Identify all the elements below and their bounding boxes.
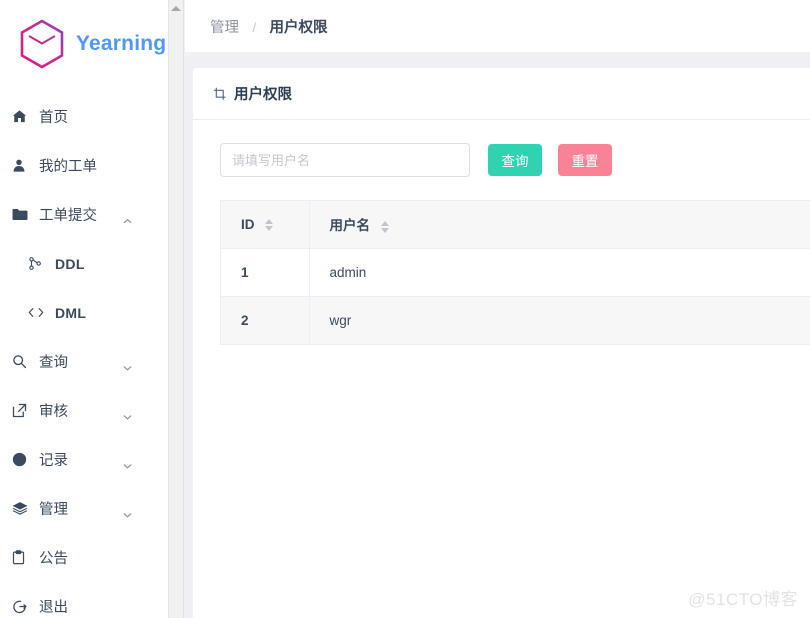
sidebar-item-label: DDL xyxy=(55,255,85,272)
topbar: 管理 / 用户权限 xyxy=(185,0,810,52)
sidebar-item-my-orders[interactable]: 我的工单 xyxy=(0,141,168,190)
filter-row: 查询 重置 xyxy=(193,120,810,177)
user-permission-table-wrap: ID 用户名 1 admin 2 wgr xyxy=(220,200,810,345)
sidebar-item-label: 记录 xyxy=(39,453,68,469)
search-input[interactable] xyxy=(220,143,470,177)
table-row[interactable]: 1 admin xyxy=(221,248,810,297)
card-title: 用户权限 xyxy=(234,87,292,103)
cell-id: 1 xyxy=(221,248,310,297)
content-area: 管理 / 用户权限 用户权限 查询 重置 xyxy=(185,0,810,618)
sidebar-nav: 首页 我的工单 工单提交 DDL DML 查询 审核 记录 管理 公告 退出 xyxy=(0,88,168,618)
cell-username: admin xyxy=(309,248,810,297)
column-header-id[interactable]: ID xyxy=(221,201,310,249)
user-icon xyxy=(12,158,34,173)
user-permission-card: 用户权限 查询 重置 ID xyxy=(193,68,810,618)
sidebar-item-query[interactable]: 查询 xyxy=(0,337,168,386)
column-header-username[interactable]: 用户名 xyxy=(309,201,810,249)
logout-icon xyxy=(12,599,34,614)
breadcrumb-current: 用户权限 xyxy=(269,19,328,36)
search-icon xyxy=(12,354,34,369)
chevron-down-icon[interactable] xyxy=(123,457,132,469)
brand-logo-area[interactable]: Yearning xyxy=(0,0,168,88)
chevron-up-icon[interactable] xyxy=(123,212,132,223)
table-header-row: ID 用户名 xyxy=(221,201,810,249)
sidebar-item-label: 公告 xyxy=(39,551,68,567)
sidebar-item-submit-order[interactable]: 工单提交 xyxy=(0,190,168,239)
sidebar-item-records[interactable]: 记录 xyxy=(0,435,168,484)
folder-icon xyxy=(12,208,34,221)
breadcrumb: 管理 / 用户权限 xyxy=(210,16,328,37)
table-row[interactable]: 2 wgr xyxy=(221,296,810,345)
hexagon-cube-logo-icon xyxy=(14,16,70,72)
sidebar-item-home[interactable]: 首页 xyxy=(0,92,168,141)
sidebar-item-label: 查询 xyxy=(39,355,68,371)
layers-icon xyxy=(12,501,34,516)
sidebar-item-management[interactable]: 管理 xyxy=(0,484,168,533)
card-header: 用户权限 xyxy=(193,68,810,120)
external-link-icon xyxy=(12,403,34,418)
sidebar-item-label: 首页 xyxy=(39,110,68,126)
sidebar-item-label: 审核 xyxy=(39,404,68,420)
breadcrumb-separator: / xyxy=(252,19,257,35)
sidebar: Yearning 首页 我的工单 工单提交 DDL DML 查询 审核 记录 管… xyxy=(0,0,168,618)
sidebar-item-ddl[interactable]: DDL xyxy=(0,239,168,288)
column-header-label: 用户名 xyxy=(329,218,371,234)
branch-icon xyxy=(28,256,50,271)
breadcrumb-parent[interactable]: 管理 xyxy=(210,20,239,36)
cell-id: 2 xyxy=(221,296,310,345)
sort-toggle-icon[interactable] xyxy=(380,220,389,233)
scroll-up-arrow-icon[interactable] xyxy=(171,6,181,11)
reset-button[interactable]: 重置 xyxy=(558,144,612,176)
pie-chart-icon xyxy=(12,452,34,467)
sidebar-item-label: 退出 xyxy=(39,600,68,616)
chevron-down-icon[interactable] xyxy=(123,506,132,518)
app-root: Yearning 首页 我的工单 工单提交 DDL DML 查询 审核 记录 管… xyxy=(0,0,810,618)
sort-toggle-icon[interactable] xyxy=(265,219,274,232)
chevron-down-icon[interactable] xyxy=(123,408,132,420)
sidebar-item-announcement[interactable]: 公告 xyxy=(0,533,168,582)
page-scrollbar[interactable] xyxy=(168,0,184,618)
sidebar-item-audit[interactable]: 审核 xyxy=(0,386,168,435)
cell-username: wgr xyxy=(309,296,810,345)
sidebar-item-label: DML xyxy=(55,304,87,321)
column-header-label: ID xyxy=(241,216,255,232)
code-icon xyxy=(28,306,50,319)
clipboard-icon xyxy=(12,550,34,565)
sidebar-item-dml[interactable]: DML xyxy=(0,288,168,337)
chevron-down-icon[interactable] xyxy=(123,359,132,371)
sidebar-item-label: 管理 xyxy=(39,502,68,518)
sidebar-item-label: 我的工单 xyxy=(39,159,97,175)
sidebar-item-label: 工单提交 xyxy=(39,208,97,224)
home-icon xyxy=(12,109,34,124)
user-permission-table: ID 用户名 1 admin 2 wgr xyxy=(221,201,810,345)
query-button[interactable]: 查询 xyxy=(488,144,542,176)
brand-name: Yearning xyxy=(76,32,167,55)
sidebar-item-logout[interactable]: 退出 xyxy=(0,582,168,618)
crop-icon xyxy=(213,87,227,101)
